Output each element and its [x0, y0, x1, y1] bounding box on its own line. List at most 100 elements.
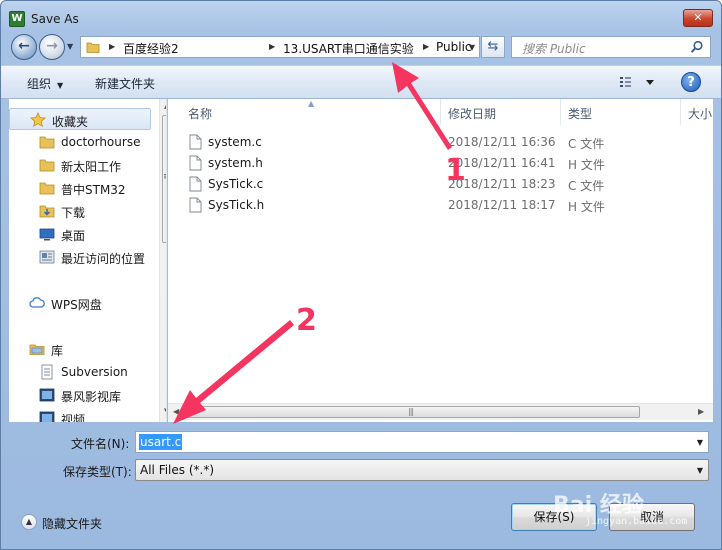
file-icon [189, 155, 202, 171]
filename-label: 文件名(N): [71, 437, 130, 451]
file-icon [189, 176, 202, 192]
scrollbar-thumb[interactable]: ||| [185, 406, 640, 418]
nav-item-baofeng-library[interactable]: 暴风影视库 [9, 384, 151, 406]
file-date: 2018/12/11 16:41 [448, 156, 556, 170]
folder-icon [86, 42, 100, 53]
file-row[interactable]: SysTick.h 2018/12/11 18:17 H 文件 [168, 195, 713, 216]
column-divider[interactable] [560, 99, 561, 125]
column-header-type[interactable]: 类型 [568, 105, 592, 122]
refresh-button[interactable]: ⇆ [481, 36, 505, 58]
folder-icon [39, 159, 55, 172]
nav-wps-drive[interactable]: WPS网盘 [9, 292, 151, 314]
file-icon [189, 197, 202, 213]
new-folder-button[interactable]: 新建文件夹 [95, 75, 155, 92]
watermark-url: jingyan.baidu.com [585, 516, 688, 527]
organize-menu-button[interactable]: 组织 ▼ [27, 75, 63, 92]
nav-item-desktop[interactable]: 桌面 [9, 223, 151, 245]
chevron-down-icon: ▼ [57, 81, 64, 90]
view-list-icon [620, 77, 654, 87]
filetype-value: All Files (*.*) [140, 463, 215, 477]
nav-libraries[interactable]: 库 [9, 338, 151, 360]
search-input[interactable]: 搜索 Public [511, 36, 711, 58]
save-as-dialog: W Save As ✕ ← → ▼ ▶ 百度经验2 ▶ 13.USART串口通信… [0, 0, 722, 550]
change-view-button[interactable] [618, 74, 658, 90]
back-arrow-icon: ← [18, 38, 30, 54]
file-horizontal-scrollbar[interactable]: ◀ ||| ▶ [168, 403, 713, 420]
file-name: system.c [208, 135, 262, 149]
organize-label: 组织 [27, 77, 52, 91]
nav-item-recent-places[interactable]: 最近访问的位置 [9, 246, 151, 268]
collapse-icon: ▲ [21, 514, 37, 530]
file-row[interactable]: system.c 2018/12/11 16:36 C 文件 [168, 132, 713, 153]
nav-item-label: 库 [51, 344, 64, 358]
scroll-grip-icon: ||| [408, 407, 414, 416]
folder-icon [39, 182, 55, 195]
help-button[interactable]: ? [681, 72, 701, 92]
nav-item-doctorhourse[interactable]: doctorhourse [9, 131, 151, 153]
filename-value: usart.c [139, 434, 183, 450]
hide-folders-toggle[interactable]: ▲ 隐藏文件夹 [21, 514, 141, 532]
recent-places-icon [39, 250, 55, 264]
nav-item-label: doctorhourse [61, 135, 141, 149]
nav-item-label: 普中STM32 [61, 183, 126, 197]
nav-vertical-scrollbar[interactable]: ▲ ≡ ▼ [159, 99, 166, 422]
chevron-down-icon[interactable]: ▼ [697, 438, 703, 447]
forward-button[interactable]: → [39, 34, 65, 60]
nav-item-label: 桌面 [61, 229, 86, 243]
nav-item-subversion[interactable]: Subversion [9, 361, 151, 383]
breadcrumb-segment[interactable]: 13.USART串口通信实验 [283, 40, 414, 57]
filetype-select[interactable]: All Files (*.*) ▼ [135, 459, 709, 481]
column-header-name[interactable]: 名称 [188, 105, 212, 122]
scroll-right-icon[interactable]: ▶ [698, 407, 704, 416]
download-folder-icon [39, 205, 55, 218]
file-type: H 文件 [568, 158, 605, 172]
app-icon: W [9, 11, 25, 27]
nav-item-downloads[interactable]: 下载 [9, 200, 151, 222]
cloud-icon [29, 297, 45, 308]
scroll-left-icon[interactable]: ◀ [173, 407, 179, 416]
nav-item-puzhong-stm32[interactable]: 普中STM32 [9, 177, 151, 199]
breadcrumb-segment[interactable]: 百度经验2 [123, 40, 179, 57]
refresh-icon: ⇆ [487, 39, 499, 54]
nav-favorites[interactable]: 收藏夹 [9, 108, 151, 130]
file-name: SysTick.c [208, 177, 264, 191]
scroll-up-icon[interactable]: ▲ [164, 102, 166, 110]
file-icon [189, 134, 202, 150]
file-type: C 文件 [568, 179, 605, 193]
nav-item-label: 视频 [61, 413, 86, 422]
column-header-date[interactable]: 修改日期 [448, 105, 496, 122]
file-row[interactable]: SysTick.c 2018/12/11 18:23 C 文件 [168, 174, 713, 195]
column-divider[interactable] [440, 99, 441, 125]
breadcrumb-separator-icon[interactable]: ▶ [269, 42, 275, 51]
library-icon [29, 344, 45, 355]
file-date: 2018/12/11 16:36 [448, 135, 556, 149]
nav-item-xintaiyang[interactable]: 新太阳工作 [9, 154, 151, 176]
column-divider[interactable] [680, 99, 681, 125]
filename-field[interactable]: usart.c ▼ [135, 431, 709, 453]
scroll-down-icon[interactable]: ▼ [164, 407, 166, 415]
sort-ascending-icon: ▲ [308, 99, 315, 108]
address-bar[interactable]: ▶ 百度经验2 ▶ 13.USART串口通信实验 ▶ Public ▼ [80, 36, 480, 58]
breadcrumb-separator-icon[interactable]: ▶ [109, 42, 115, 51]
file-row[interactable]: system.h 2018/12/11 16:41 H 文件 [168, 153, 713, 174]
breadcrumb-segment[interactable]: Public [436, 40, 472, 54]
file-name: SysTick.h [208, 198, 265, 212]
search-icon [690, 40, 703, 53]
filetype-label: 保存类型(T): [63, 465, 132, 479]
search-placeholder: 搜索 Public [522, 42, 586, 56]
file-type: H 文件 [568, 200, 605, 214]
file-date: 2018/12/11 18:23 [448, 177, 556, 191]
save-form: 文件名(N): usart.c ▼ 保存类型(T): All Files (*.… [1, 422, 721, 550]
breadcrumb-separator-icon[interactable]: ▶ [423, 42, 429, 51]
column-header-size[interactable]: 大小 [688, 105, 712, 122]
close-button[interactable]: ✕ [683, 9, 713, 27]
nav-item-label: 暴风影视库 [61, 390, 122, 404]
navigation-pane: 收藏夹 doctorhourse 新太阳工作 普中STM32 下载 桌面 最近访… [9, 99, 167, 422]
recent-pages-dropdown[interactable]: ▼ [67, 42, 77, 52]
back-button[interactable]: ← [11, 34, 37, 60]
library-video-icon [39, 411, 55, 422]
forward-arrow-icon: → [46, 38, 58, 54]
scroll-grip-icon: ≡ [163, 172, 166, 182]
nav-item-videos[interactable]: 视频 [9, 407, 151, 422]
address-dropdown-icon[interactable]: ▼ [469, 43, 475, 52]
